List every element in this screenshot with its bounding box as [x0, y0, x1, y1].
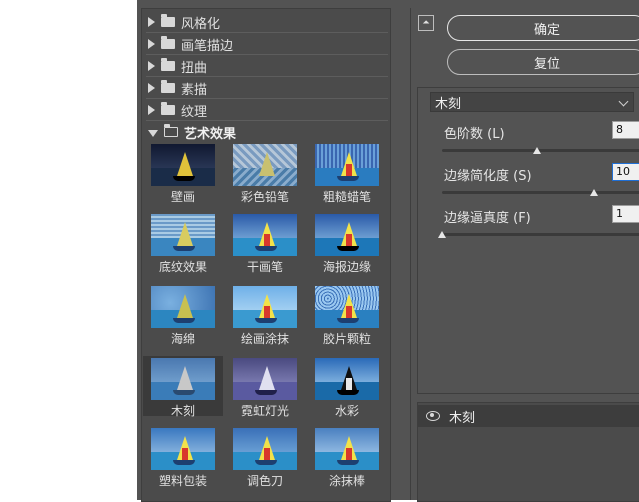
folder-icon	[161, 58, 175, 71]
filter-label: 底纹效果	[158, 260, 207, 274]
filter-thumb-dry-brush[interactable]: 干画笔	[228, 212, 302, 274]
ok-button[interactable]: 确定	[447, 15, 639, 41]
filter-label: 海绵	[170, 332, 195, 346]
filter-preview-image	[233, 214, 297, 256]
slider-handle[interactable]	[533, 147, 541, 154]
expand-arrow-icon[interactable]	[148, 39, 155, 49]
folder-icon	[161, 102, 175, 115]
param-label-edge-simplicity: 边缘简化度 (S)	[444, 169, 532, 184]
effect-layer-label: 木刻	[449, 410, 476, 426]
filter-preview-image	[233, 286, 297, 328]
category-brush-strokes[interactable]: 画笔描边	[146, 34, 388, 55]
levels-input[interactable]: 8	[612, 121, 639, 139]
filter-thumb-fresco[interactable]: 壁画	[146, 142, 220, 204]
filter-preview-image	[315, 144, 379, 186]
folder-icon	[161, 36, 175, 49]
category-label: 扭曲	[181, 60, 208, 76]
category-label: 风格化	[181, 16, 221, 32]
edge-simplicity-slider[interactable]	[442, 191, 639, 194]
filter-preview-image	[315, 214, 379, 256]
edge-fidelity-input[interactable]: 1	[612, 205, 639, 223]
category-artistic[interactable]: 艺术效果	[146, 122, 388, 142]
filter-label: 霓虹灯光	[240, 404, 289, 418]
filter-preview-image	[233, 144, 297, 186]
filter-thumb-poster-edges[interactable]: 海报边缘	[310, 212, 384, 274]
filter-preview-image	[151, 286, 215, 328]
edge-fidelity-slider[interactable]	[442, 233, 639, 236]
filter-thumb-neon-glow[interactable]: 霓虹灯光	[228, 356, 302, 418]
param-label-edge-fidelity: 边缘逼真度 (F)	[444, 211, 531, 226]
filter-label: 彩色铅笔	[240, 190, 289, 204]
filter-thumb-watercolor[interactable]: 水彩	[310, 356, 384, 418]
filter-thumb-rough-pastels[interactable]: 粗糙蜡笔	[310, 142, 384, 204]
filter-label: 调色刀	[246, 474, 283, 488]
filter-preview-image	[315, 286, 379, 328]
collapse-icon: ⏶	[422, 17, 430, 28]
slider-handle[interactable]	[590, 189, 598, 196]
param-label-levels: 色阶数 (L)	[444, 127, 505, 142]
category-label: 画笔描边	[181, 38, 234, 54]
category-stylize[interactable]: 风格化	[146, 12, 388, 33]
folder-icon	[161, 14, 175, 27]
filter-thumb-underpainting[interactable]: 底纹效果	[146, 212, 220, 274]
edge-simplicity-input[interactable]: 10	[612, 163, 639, 181]
category-label: 纹理	[181, 104, 208, 120]
category-texture[interactable]: 纹理	[146, 100, 388, 121]
chevron-down-icon	[618, 96, 629, 107]
filter-thumb-smudge-stick[interactable]: 涂抹棒	[310, 426, 384, 488]
category-sketch[interactable]: 素描	[146, 78, 388, 99]
filter-label: 粗糙蜡笔	[322, 190, 371, 204]
filter-thumb-palette-knife[interactable]: 调色刀	[228, 426, 302, 488]
filter-preview-image	[151, 428, 215, 470]
collapse-arrow-icon[interactable]	[148, 129, 158, 137]
filter-label: 涂抹棒	[328, 474, 365, 488]
open-folder-icon	[164, 124, 178, 137]
filter-preview-image	[151, 214, 215, 256]
eye-visibility-icon[interactable]	[426, 411, 440, 421]
category-distort[interactable]: 扭曲	[146, 56, 388, 77]
filter-select-value: 木刻	[435, 96, 462, 112]
filter-thumb-cutout[interactable]: 木刻	[143, 356, 223, 418]
filter-preview-image	[233, 358, 297, 400]
filter-thumb-sponge[interactable]: 海绵	[146, 284, 220, 346]
filter-thumb-plastic-wrap[interactable]: 塑料包装	[146, 426, 220, 488]
filter-select[interactable]: 木刻	[430, 92, 634, 112]
filter-thumb-paint-daubs[interactable]: 绘画涂抹	[228, 284, 302, 346]
filter-preview-image	[233, 428, 297, 470]
filter-thumb-film-grain[interactable]: 胶片颗粒	[310, 284, 384, 346]
filter-label: 胶片颗粒	[322, 332, 371, 346]
filter-label: 木刻	[170, 404, 195, 418]
filter-preview-image	[151, 144, 215, 186]
filter-label: 干画笔	[246, 260, 283, 274]
filter-thumb-colored-pencil[interactable]: 彩色铅笔	[228, 142, 302, 204]
expand-arrow-icon[interactable]	[148, 61, 155, 71]
category-label: 素描	[181, 82, 208, 98]
reset-button[interactable]: 复位	[447, 49, 639, 75]
folder-icon	[161, 80, 175, 93]
filter-preview-image	[151, 358, 215, 400]
expand-arrow-icon[interactable]	[148, 83, 155, 93]
panel-divider[interactable]	[410, 8, 411, 500]
expand-arrow-icon[interactable]	[148, 17, 155, 27]
expand-arrow-icon[interactable]	[148, 105, 155, 115]
filter-label: 壁画	[170, 190, 195, 204]
collapse-gallery-button[interactable]: ⏶	[418, 15, 434, 31]
filter-preview-image	[315, 428, 379, 470]
slider-handle[interactable]	[438, 231, 446, 238]
filter-label: 海报边缘	[322, 260, 371, 274]
filter-preview-image	[315, 358, 379, 400]
filter-label: 水彩	[334, 404, 359, 418]
filter-label: 绘画涂抹	[240, 332, 289, 346]
filter-label: 塑料包装	[158, 474, 207, 488]
category-label: 艺术效果	[184, 126, 237, 142]
effect-layer-row[interactable]: 木刻	[418, 405, 639, 427]
